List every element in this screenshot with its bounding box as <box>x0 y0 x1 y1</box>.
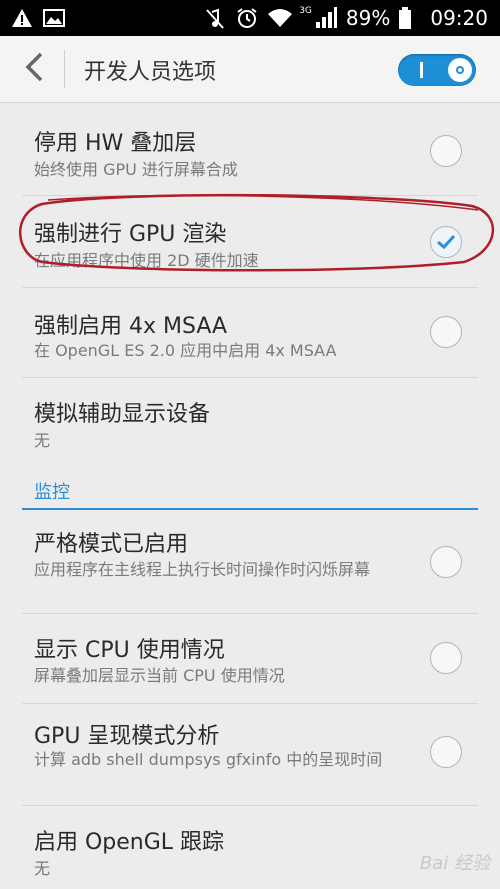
setting-enable-opengl-traces[interactable]: 启用 OpenGL 跟踪 无 <box>0 806 500 889</box>
checkbox-gpu-profile-rendering[interactable] <box>430 736 462 768</box>
setting-subtitle: 无 <box>34 431 51 450</box>
warning-icon <box>10 6 34 30</box>
watermark: Bai 经验 <box>419 853 490 874</box>
wifi-icon <box>267 6 293 30</box>
app-bar: 开发人员选项 <box>0 36 500 103</box>
setting-subtitle: 应用程序在主线程上执行长时间操作时闪烁屏幕 <box>34 560 371 579</box>
setting-subtitle: 计算 adb shell dumpsys gfxinfo 中的呈现时间 <box>34 750 383 769</box>
setting-gpu-profile-rendering[interactable]: GPU 呈现模式分析 计算 adb shell dumpsys gfxinfo … <box>0 704 500 804</box>
page-title: 开发人员选项 <box>84 60 217 85</box>
checkmark-icon <box>437 234 456 250</box>
setting-title: 停用 HW 叠加层 <box>34 131 197 156</box>
setting-strict-mode[interactable]: 严格模式已启用 应用程序在主线程上执行长时间操作时闪烁屏幕 <box>0 512 500 612</box>
setting-show-cpu-usage[interactable]: 显示 CPU 使用情况 屏幕叠加层显示当前 CPU 使用情况 <box>0 614 500 702</box>
setting-force-gpu-rendering[interactable]: 强制进行 GPU 渲染 在应用程序中使用 2D 硬件加速 <box>0 196 500 286</box>
battery-icon <box>398 6 422 30</box>
setting-title: 显示 CPU 使用情况 <box>34 638 225 663</box>
checkbox-force-4x-msaa[interactable] <box>430 316 462 348</box>
setting-disable-hw-overlays[interactable]: 停用 HW 叠加层 始终使用 GPU 进行屏幕合成 <box>0 103 500 193</box>
setting-title: 启用 OpenGL 跟踪 <box>34 830 225 855</box>
checkbox-disable-hw-overlays[interactable] <box>430 135 462 167</box>
setting-title: 强制启用 4x MSAA <box>34 314 228 339</box>
setting-subtitle: 无 <box>34 859 51 878</box>
setting-title: 模拟辅助显示设备 <box>34 402 211 427</box>
setting-force-4x-msaa[interactable]: 强制启用 4x MSAA 在 OpenGL ES 2.0 应用中启用 4x MS… <box>0 288 500 378</box>
signal-icon <box>314 6 338 30</box>
setting-subtitle: 在应用程序中使用 2D 硬件加速 <box>34 251 259 270</box>
status-bar: 3G 89% 09:20 <box>0 0 500 36</box>
toggle-knob <box>448 58 472 82</box>
toggle-on-mark <box>420 62 423 78</box>
setting-subtitle: 始终使用 GPU 进行屏幕合成 <box>34 160 238 179</box>
checkbox-show-cpu-usage[interactable] <box>430 642 462 674</box>
section-divider <box>22 508 478 510</box>
mute-icon <box>203 6 227 30</box>
setting-simulate-secondary-display[interactable]: 模拟辅助显示设备 无 <box>0 378 500 468</box>
setting-subtitle: 屏幕叠加层显示当前 CPU 使用情况 <box>34 666 285 685</box>
back-button[interactable] <box>14 50 54 88</box>
chevron-left-icon <box>23 52 45 86</box>
image-icon <box>42 6 66 30</box>
setting-title: 严格模式已启用 <box>34 532 189 557</box>
clock: 09:20 <box>430 6 488 30</box>
setting-title: 强制进行 GPU 渲染 <box>34 222 227 247</box>
appbar-divider <box>64 50 65 88</box>
developer-options-switch[interactable] <box>398 54 476 86</box>
battery-percent: 89% <box>345 6 391 30</box>
alarm-icon <box>235 6 259 30</box>
checkbox-force-gpu-rendering[interactable] <box>430 226 462 258</box>
setting-subtitle: 在 OpenGL ES 2.0 应用中启用 4x MSAA <box>34 341 337 360</box>
section-header-monitoring: 监控 <box>34 482 70 503</box>
network-type: 3G <box>299 6 312 16</box>
setting-title: GPU 呈现模式分析 <box>34 724 220 749</box>
checkbox-strict-mode[interactable] <box>430 546 462 578</box>
